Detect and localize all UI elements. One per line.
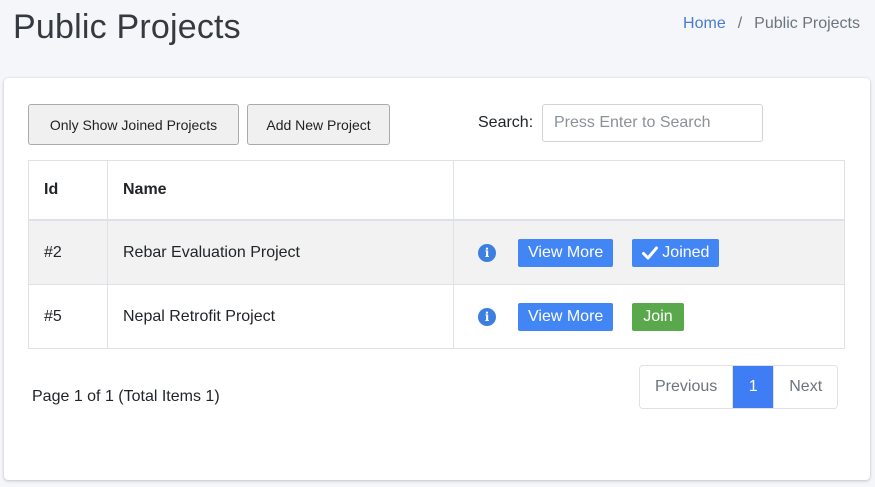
- search-label: Search:: [478, 114, 534, 131]
- page-info: Page 1 of 1 (Total Items 1): [32, 388, 220, 405]
- table-header-row: Id Name: [28, 160, 845, 221]
- view-more-button[interactable]: View More: [518, 302, 614, 331]
- joined-button[interactable]: Joined: [632, 238, 720, 267]
- page-1-button[interactable]: 1: [732, 366, 774, 408]
- pagination: Previous 1 Next: [639, 365, 839, 409]
- breadcrumb-separator: /: [737, 15, 743, 32]
- row-name: Rebar Evaluation Project: [107, 219, 454, 285]
- column-header-actions: [453, 160, 845, 221]
- projects-table: Id Name #2 Rebar Evaluation Project i Vi…: [28, 160, 845, 349]
- projects-card: Only Show Joined Projects Add New Projec…: [4, 78, 870, 480]
- info-circle-icon[interactable]: i: [478, 243, 496, 262]
- next-page-button[interactable]: Next: [773, 366, 838, 408]
- join-button[interactable]: Join: [632, 302, 684, 331]
- breadcrumb-current: Public Projects: [754, 15, 860, 32]
- joined-label: Joined: [662, 243, 710, 261]
- row-name: Nepal Retrofit Project: [107, 284, 454, 349]
- table-row: #2 Rebar Evaluation Project i View More …: [28, 219, 845, 285]
- table-row: #5 Nepal Retrofit Project i View More Jo…: [28, 284, 845, 349]
- column-header-name: Name: [107, 160, 454, 221]
- search-input[interactable]: [542, 104, 763, 142]
- row-actions: i View More Joined: [453, 219, 845, 285]
- breadcrumb: Home / Public Projects: [683, 15, 860, 33]
- add-new-project-button[interactable]: Add New Project: [247, 104, 390, 145]
- page-title: Public Projects: [13, 8, 241, 46]
- previous-page-button[interactable]: Previous: [640, 366, 733, 408]
- only-joined-button[interactable]: Only Show Joined Projects: [28, 104, 239, 145]
- row-id: #2: [28, 219, 108, 285]
- view-more-button[interactable]: View More: [518, 238, 614, 267]
- column-header-id: Id: [28, 160, 108, 221]
- check-icon: [642, 246, 659, 259]
- row-id: #5: [28, 284, 108, 349]
- row-actions: i View More Join: [453, 284, 845, 349]
- breadcrumb-home-link[interactable]: Home: [683, 15, 726, 33]
- info-circle-icon[interactable]: i: [478, 307, 496, 326]
